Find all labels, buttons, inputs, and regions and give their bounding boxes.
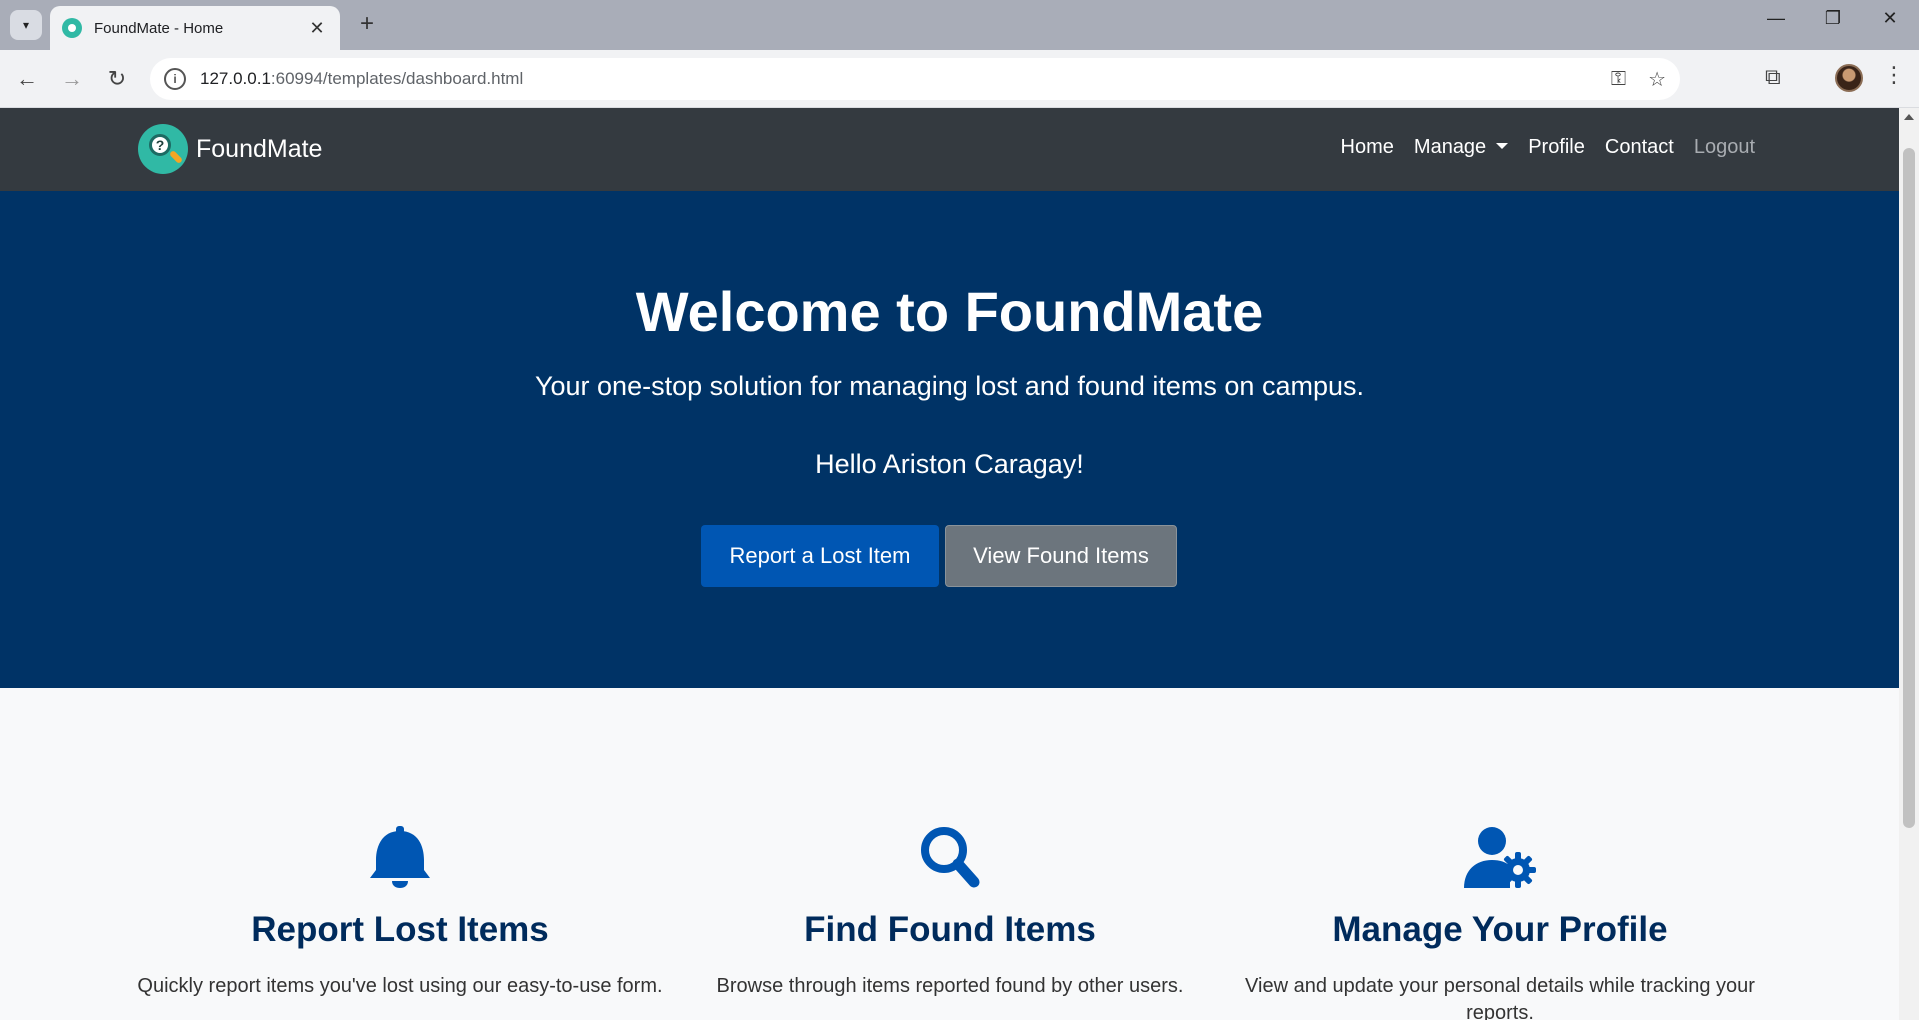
close-window-button[interactable]: ✕ bbox=[1870, 8, 1910, 29]
site-info-icon[interactable]: i bbox=[164, 68, 186, 90]
browser-tab[interactable]: FoundMate - Home ✕ bbox=[50, 6, 340, 50]
nav-links: Home Manage Profile Contact Logout bbox=[1321, 136, 1755, 159]
hero-title: Welcome to FoundMate bbox=[635, 280, 1264, 343]
back-button[interactable]: ← bbox=[10, 62, 44, 96]
feature-text: View and update your personal details wh… bbox=[1245, 975, 1755, 1020]
url-host: 127.0.0.1 bbox=[200, 69, 271, 88]
browser-menu-icon[interactable]: ⋮ bbox=[1883, 62, 1905, 88]
page-scrollbar[interactable] bbox=[1899, 108, 1919, 1020]
url-text[interactable]: 127.0.0.1:60994/templates/dashboard.html bbox=[200, 69, 1589, 89]
nav-logout[interactable]: Logout bbox=[1694, 136, 1755, 159]
search-icon bbox=[921, 827, 980, 888]
reload-button[interactable]: ↻ bbox=[100, 62, 134, 96]
site-navbar: ? FoundMate Home Manage Profile Contact … bbox=[0, 108, 1899, 191]
forward-button[interactable]: → bbox=[55, 62, 89, 96]
browser-toolbar: ← → ↻ i 127.0.0.1:60994/templates/dashbo… bbox=[0, 50, 1919, 108]
bell-icon bbox=[370, 826, 430, 888]
nav-manage-dropdown[interactable]: Manage bbox=[1413, 136, 1509, 159]
scrollbar-thumb[interactable] bbox=[1903, 148, 1915, 828]
nav-home[interactable]: Home bbox=[1341, 136, 1394, 159]
page-viewport: ? FoundMate Home Manage Profile Contact … bbox=[0, 108, 1899, 1020]
brand-name: FoundMate bbox=[196, 134, 323, 163]
minimize-button[interactable]: — bbox=[1756, 8, 1796, 29]
brand-link[interactable]: ? FoundMate bbox=[138, 124, 322, 174]
user-greeting: Hello Ariston Caragay! bbox=[815, 449, 1084, 479]
scroll-up-arrow-icon[interactable] bbox=[1904, 114, 1914, 120]
favicon-icon bbox=[62, 18, 82, 38]
browser-tab-strip: ▾ FoundMate - Home ✕ + — ❐ ✕ bbox=[0, 0, 1919, 50]
hero-subtitle: Your one-stop solution for managing lost… bbox=[534, 371, 1364, 401]
nav-contact[interactable]: Contact bbox=[1605, 136, 1674, 159]
tab-search-button[interactable]: ▾ bbox=[10, 10, 42, 40]
hero-section: Welcome to FoundMate Your one-stop solut… bbox=[0, 191, 1899, 688]
password-key-icon[interactable]: ⚿ bbox=[1611, 68, 1626, 91]
restore-button[interactable]: ❐ bbox=[1813, 8, 1853, 29]
tab-title: FoundMate - Home bbox=[94, 19, 224, 37]
nav-manage-label: Manage bbox=[1413, 136, 1487, 158]
new-tab-button[interactable]: + bbox=[352, 10, 382, 40]
profile-avatar[interactable] bbox=[1835, 64, 1863, 92]
address-bar[interactable]: i 127.0.0.1:60994/templates/dashboard.ht… bbox=[150, 58, 1680, 100]
bookmark-star-icon[interactable]: ☆ bbox=[1648, 67, 1666, 92]
report-lost-item-button[interactable]: Report a Lost Item bbox=[701, 525, 939, 587]
close-tab-icon[interactable]: ✕ bbox=[306, 18, 328, 39]
foundmate-logo-icon: ? bbox=[138, 124, 188, 174]
feature-title: Find Found Items bbox=[804, 910, 1096, 949]
view-found-items-button[interactable]: View Found Items bbox=[945, 525, 1177, 587]
feature-text: Browse through items reported found by o… bbox=[716, 975, 1184, 997]
caret-down-icon bbox=[1496, 142, 1509, 149]
url-path: :60994/templates/dashboard.html bbox=[270, 69, 524, 88]
features-section: Report Lost Items Quickly report items y… bbox=[0, 688, 1899, 1020]
feature-title: Manage Your Profile bbox=[1332, 910, 1668, 949]
feature-text: Quickly report items you've lost using o… bbox=[137, 975, 663, 997]
extensions-puzzle-icon[interactable]: ⧉ bbox=[1765, 64, 1781, 90]
nav-profile[interactable]: Profile bbox=[1528, 136, 1585, 159]
feature-title: Report Lost Items bbox=[251, 910, 549, 949]
user-gear-icon bbox=[1464, 827, 1536, 888]
